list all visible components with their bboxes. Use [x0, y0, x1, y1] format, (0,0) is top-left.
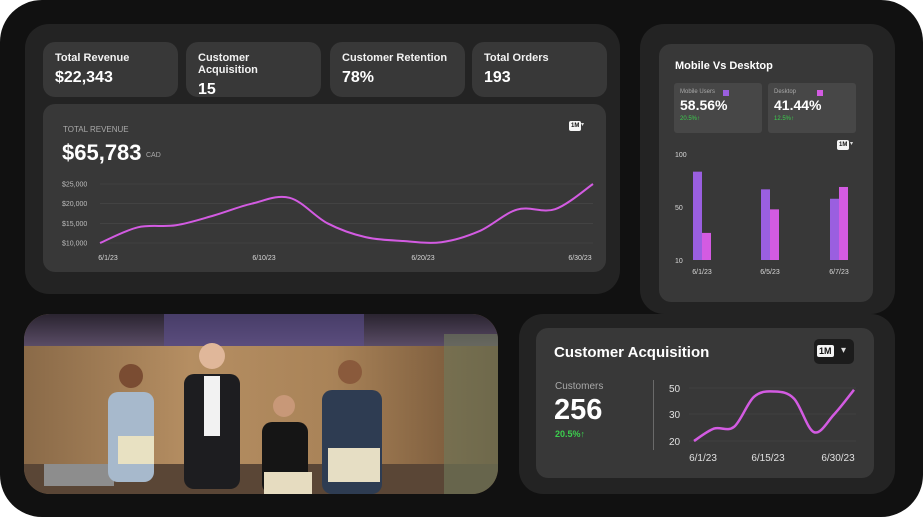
x-tick-label: 6/30/23	[821, 453, 855, 464]
dashboard-frame: Total Revenue $22,343 Customer Acquisiti…	[0, 0, 923, 517]
y-tick-label: $10,000	[62, 241, 87, 248]
x-tick-label: 6/7/23	[829, 269, 849, 276]
acquisition-card: Customer Acquisition 1M ▾ Customers 256 …	[536, 328, 874, 478]
kpi-value: 15	[198, 81, 216, 98]
team-photo	[24, 314, 498, 494]
bar-mobile	[830, 198, 839, 260]
kpi-customer-retention[interactable]: Customer Retention 78%	[330, 42, 465, 97]
x-tick-label: 6/30/23	[568, 255, 591, 262]
kpi-customer-acquisition[interactable]: Customer Acquisition 15	[186, 42, 321, 98]
y-tick-label: 10	[675, 258, 683, 265]
kpi-total-orders[interactable]: Total Orders 193	[472, 42, 607, 97]
bar-desktop	[770, 209, 779, 260]
x-tick-label: 6/10/23	[252, 255, 275, 262]
bar-desktop	[839, 186, 848, 260]
acquisition-series-line	[693, 389, 855, 443]
x-tick-label: 6/20/23	[411, 255, 434, 262]
x-tick-label: 6/5/23	[760, 269, 780, 276]
team-photo-image	[24, 314, 498, 494]
mobile-desktop-bar-chart: 100 50 10 6/1/23 6/5/23 6/7/23	[675, 152, 849, 276]
revenue-chart-card: TOTAL REVENUE $65,783 CAD 1M ▾ $25,000 $2…	[43, 104, 606, 272]
revenue-line-chart: $25,000 $20,000 $15,000 $10,000 6/1/23 6/10/2…	[62, 182, 594, 262]
bar-mobile	[761, 189, 770, 260]
y-tick-label: 100	[675, 152, 687, 159]
revenue-series-line	[99, 183, 594, 244]
y-tick-label: $25,000	[62, 182, 87, 189]
acquisition-line-chart: 50 30 20 6/1/23 6/15/23 6/30/23	[669, 384, 856, 464]
kpi-total-revenue[interactable]: Total Revenue $22,343	[43, 42, 178, 97]
y-tick-label: $15,000	[62, 221, 87, 228]
y-tick-label: $20,000	[62, 201, 87, 208]
y-tick-label: 20	[669, 437, 681, 448]
mobile-desktop-card: Mobile Vs Desktop Mobile Users 58.56% 20…	[659, 44, 873, 302]
kpi-value: 193	[484, 69, 511, 86]
y-tick-label: 50	[675, 205, 683, 212]
kpi-label: Total Orders	[484, 52, 549, 64]
bar-desktop	[702, 232, 711, 260]
kpi-label: Customer Retention	[342, 52, 448, 64]
bar-mobile	[693, 171, 702, 260]
x-tick-label: 6/1/23	[692, 269, 712, 276]
kpi-value: $22,343	[55, 69, 113, 86]
kpi-value: 78%	[342, 69, 375, 86]
x-tick-label: 6/15/23	[751, 453, 785, 464]
y-tick-label: 30	[669, 410, 681, 421]
kpi-label: Customer Acquisition	[198, 52, 258, 76]
kpi-label: Total Revenue	[55, 52, 130, 64]
x-tick-label: 6/1/23	[689, 453, 717, 464]
x-tick-label: 6/1/23	[98, 255, 118, 262]
y-tick-label: 50	[669, 384, 681, 395]
